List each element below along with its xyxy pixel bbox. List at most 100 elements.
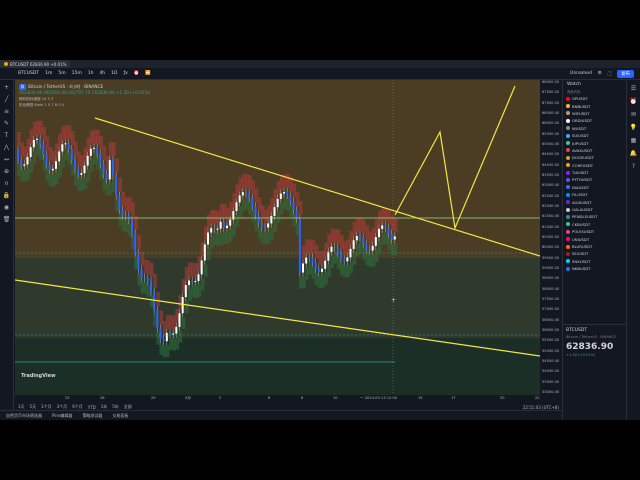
interval-15m[interactable]: 15m <box>72 71 82 76</box>
eye-icon[interactable]: ◉ <box>3 204 11 212</box>
zoom-icon[interactable]: ⊕ <box>3 168 11 176</box>
interval-1d[interactable]: 1D <box>111 71 117 76</box>
cloud-lower-segment <box>381 232 385 245</box>
watchlist-item[interactable]: UNIUSDT <box>563 235 626 242</box>
cloud-lower-segment <box>343 265 347 278</box>
cloud-lower-segment <box>241 199 246 212</box>
watchlist-item[interactable]: WIFUSDT <box>563 110 626 117</box>
fib-icon[interactable]: ≡ <box>3 108 11 116</box>
watchlist-item[interactable]: ORDIUSDT <box>563 117 626 124</box>
price-axis[interactable]: 68000.00 67500.00 67000.00 66500.00 66000.00… <box>540 80 562 395</box>
ideas-icon[interactable]: 💡 <box>630 124 638 132</box>
cloud-lower-segment <box>112 179 116 192</box>
watchlist-item[interactable]: PENDLEUSDT <box>563 213 626 220</box>
cloud-upper-segment <box>374 219 379 234</box>
cloud-lower-segment <box>333 251 338 264</box>
measure-icon[interactable]: ↔ <box>3 156 11 164</box>
crosshair-icon[interactable]: + <box>3 84 11 92</box>
coin-icon <box>566 251 570 256</box>
replay-icon[interactable]: ⏪ <box>145 71 151 76</box>
cloud-lower-segment <box>36 143 40 156</box>
text-icon[interactable]: T <box>3 132 11 140</box>
trash-icon[interactable]: 🗑 <box>3 216 11 224</box>
chart-canvas[interactable]: + <box>15 80 540 395</box>
chat-icon[interactable]: ✉ <box>630 111 638 119</box>
cloud-lower-segment <box>314 272 319 285</box>
pattern-icon[interactable]: ⋀ <box>3 144 11 152</box>
settings-icon[interactable]: ⚙ <box>598 71 602 76</box>
cloud-upper-segment <box>207 214 211 229</box>
watchlist-item[interactable]: BNBUSDT <box>563 102 626 109</box>
watchlist-item[interactable]: COREUSDT <box>563 162 626 169</box>
watchlist-item[interactable]: JUPUSDT <box>563 139 626 146</box>
brush-icon[interactable]: ✎ <box>3 120 11 128</box>
price-tick: 62500.00 <box>542 193 560 198</box>
price-chart[interactable]: + ₿ Bitcoin / TetherUS · 4小时 · BINANCE O6… <box>15 80 540 395</box>
candle-body <box>74 159 76 170</box>
watchlist-symbol: BLURUSDT <box>572 244 593 249</box>
interval-5m[interactable]: 5m <box>58 71 65 76</box>
cloud-lower-segment <box>191 285 195 298</box>
layout-name[interactable]: Unnamed <box>570 71 592 76</box>
window-tab[interactable]: BTCUSDT 62836.90 +0.01% <box>0 60 71 68</box>
cloud-upper-segment <box>112 142 116 157</box>
notifications-icon[interactable]: 🔔 <box>630 150 638 158</box>
watchlist-item[interactable]: PYTHUSDT <box>563 176 626 183</box>
fullscreen-icon[interactable]: ⛶ <box>608 71 611 77</box>
cloud-upper-segment <box>42 126 46 141</box>
watchlist-symbol: BNBUSDT <box>572 103 591 109</box>
legend-indicator-2[interactable]: 彩色蛋糕 Mark 1 0 7 8 0 0 <box>19 102 150 108</box>
help-icon[interactable]: ? <box>630 163 638 171</box>
watchlist-item[interactable]: AVAXUSDT <box>563 147 626 154</box>
clock[interactable]: 22:51:03 (UTC+8) <box>523 405 562 410</box>
interval-4h[interactable]: 4h <box>99 71 105 76</box>
watchlist-item[interactable]: NKNUSDT <box>563 265 626 272</box>
cloud-lower-segment <box>131 237 135 250</box>
tab-pine-editor[interactable]: Pine编辑器 <box>52 413 72 419</box>
symbol-search[interactable]: BTCUSDT <box>18 71 39 76</box>
alert-icon[interactable]: ⏰ <box>134 71 140 76</box>
watchlist-icon[interactable]: ☰ <box>630 85 638 93</box>
alerts-icon[interactable]: ⏰ <box>630 98 638 106</box>
cloud-upper-segment <box>359 218 363 233</box>
watchlist-item[interactable]: SEIUSDT <box>563 250 626 257</box>
title-bar: BTCUSDT 62836.90 +0.01% <box>0 60 640 68</box>
watchlist-item[interactable]: SUIUSDT <box>563 132 626 139</box>
cloud-lower-segment <box>108 183 113 196</box>
watchlist-item[interactable]: GALAUSDT <box>563 206 626 213</box>
time-axis[interactable]: 22 26 29 5月 2 6 8 10 一 2024-05-13 12:00 15 17 20 22 <box>15 395 562 403</box>
cloud-upper-segment <box>308 239 312 254</box>
lock-icon[interactable]: 🔒 <box>3 192 11 200</box>
cloud-upper-segment <box>251 180 255 195</box>
tab-screener[interactable]: 加密货币市场筛选器 <box>6 413 42 419</box>
trendline-icon[interactable]: ╱ <box>3 96 11 104</box>
watchlist-item[interactable]: CKBUSDT <box>563 221 626 228</box>
interval-1m[interactable]: 1m <box>45 71 52 76</box>
watchlist-item[interactable]: SNXUSDT <box>563 258 626 265</box>
watchlist-item[interactable]: FILUSDT <box>563 191 626 198</box>
calendar-icon[interactable]: ▦ <box>630 137 638 145</box>
watchlist-item[interactable]: DOGEUSDT <box>563 154 626 161</box>
tab-strategy-tester[interactable]: 策略测试器 <box>82 413 102 419</box>
magnet-icon[interactable]: ∩ <box>3 180 11 188</box>
tab-trading-panel[interactable]: 交易面板 <box>112 413 128 419</box>
watchlist-item[interactable]: DIAUSDT <box>563 184 626 191</box>
cloud-upper-segment <box>121 191 126 206</box>
watchlist-item[interactable]: TIAUSDT <box>563 169 626 176</box>
cloud-lower-segment <box>121 219 126 232</box>
watchlist-item[interactable]: WUSDT <box>563 125 626 132</box>
range-ytd[interactable]: YTD <box>88 405 96 410</box>
indicators-icon[interactable]: ƒx <box>123 71 127 76</box>
cloud-lower-segment <box>20 169 24 182</box>
watchlist-item[interactable]: OPUSDT <box>563 95 626 102</box>
publish-button[interactable]: 发布 <box>617 69 634 78</box>
interval-1h[interactable]: 1h <box>88 71 94 76</box>
time-tick: 8 <box>301 396 304 400</box>
candle-body <box>378 228 380 238</box>
watchlist-item[interactable]: POLYXUSDT <box>563 228 626 235</box>
watchlist-item[interactable]: BLURUSDT <box>563 243 626 250</box>
watchlist-item[interactable]: AGIXUSDT <box>563 198 626 205</box>
price-tick: 64500.00 <box>542 152 560 157</box>
cloud-upper-segment <box>55 143 59 158</box>
watchlist-title[interactable]: Watch <box>563 80 626 89</box>
